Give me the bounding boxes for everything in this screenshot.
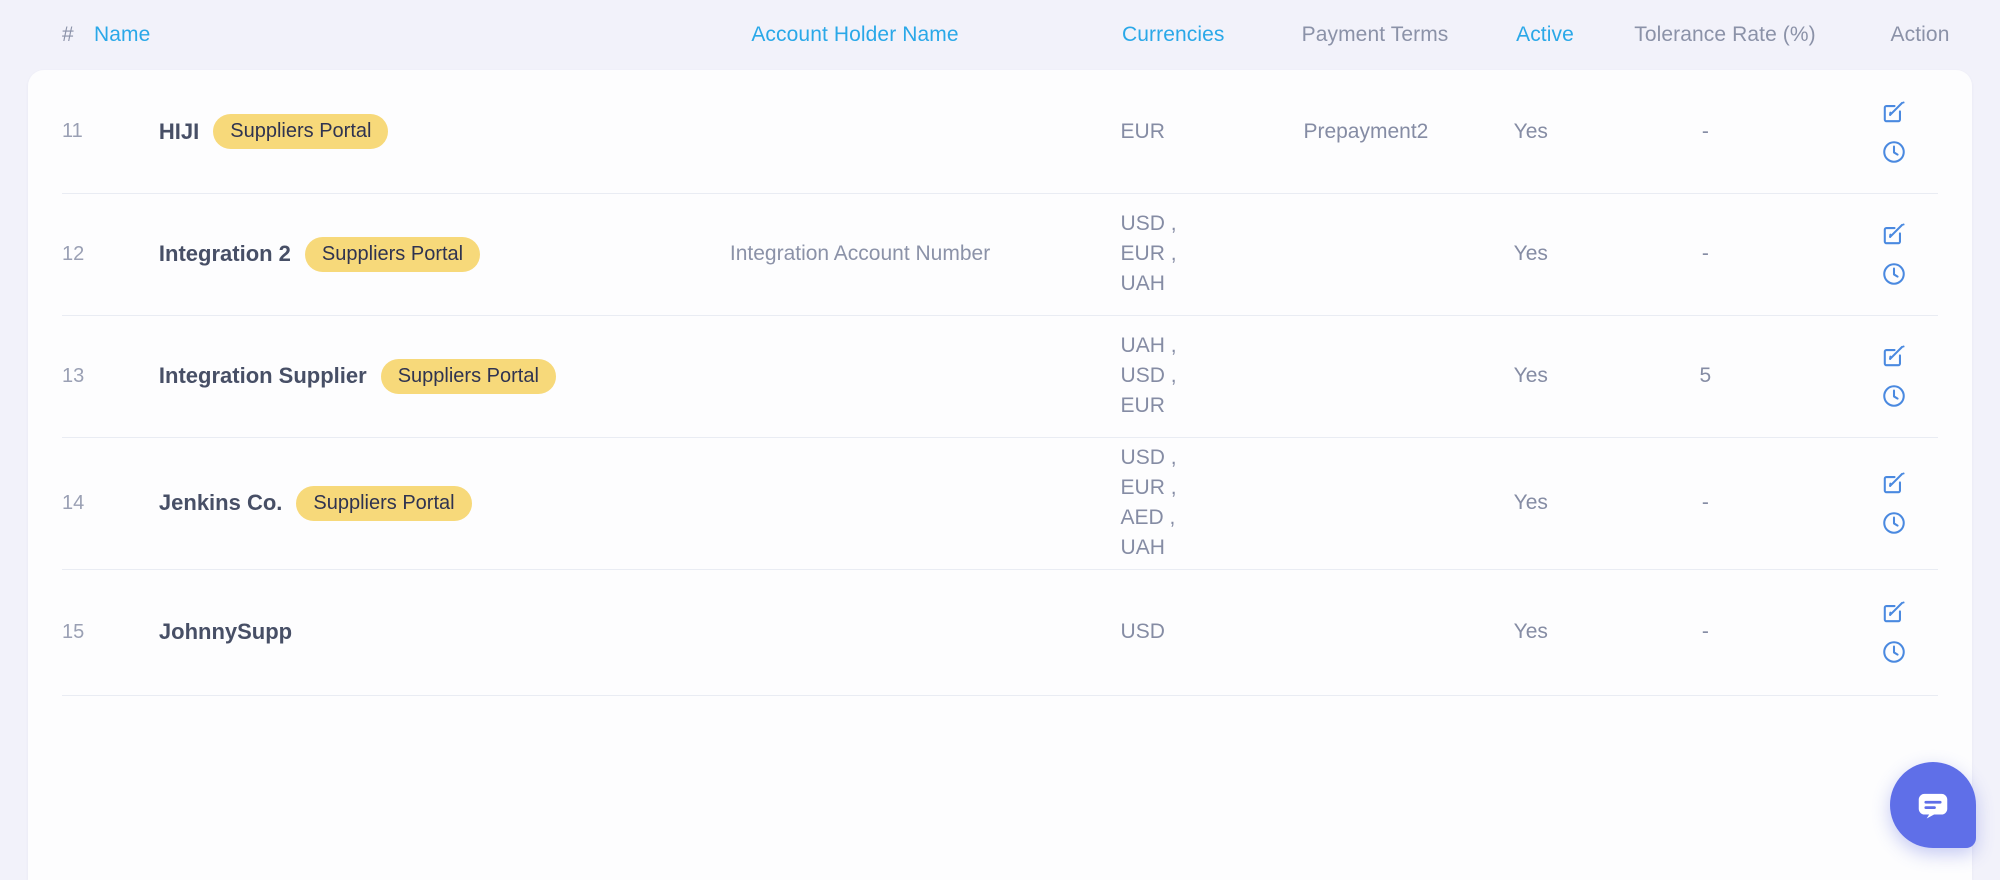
active-cell: Yes bbox=[1513, 242, 1548, 265]
tolerance-rate-cell: - bbox=[1701, 119, 1709, 143]
column-header-number: # bbox=[62, 23, 74, 46]
row-name-cell: Integration Supplier Suppliers Portal bbox=[97, 358, 652, 394]
table-row[interactable]: 15 JohnnySupp USD Yes - bbox=[28, 569, 1972, 695]
column-header-name[interactable]: Name bbox=[70, 23, 640, 47]
edit-icon[interactable] bbox=[1881, 99, 1907, 125]
row-name-cell: Integration 2 Suppliers Portal bbox=[97, 236, 652, 272]
action-cell bbox=[1817, 599, 1972, 665]
supplier-name: HIJI bbox=[158, 118, 200, 144]
supplier-name: Integration Supplier bbox=[158, 363, 367, 388]
edit-icon[interactable] bbox=[1881, 599, 1907, 625]
edit-icon[interactable] bbox=[1881, 470, 1907, 496]
column-header-tolerance-rate: Tolerance Rate (%) bbox=[1634, 23, 1816, 46]
history-clock-icon[interactable] bbox=[1881, 139, 1907, 165]
account-holder-name: Integration Account Number bbox=[729, 242, 991, 265]
column-header-account-holder-name[interactable]: Account Holder Name bbox=[640, 23, 1070, 47]
edit-icon[interactable] bbox=[1881, 221, 1907, 247]
currencies-cell: EUR bbox=[1120, 119, 1165, 143]
supplier-name: Jenkins Co. bbox=[158, 490, 283, 515]
row-index: 15 bbox=[62, 620, 85, 643]
column-header-active[interactable]: Active bbox=[1480, 23, 1610, 47]
row-index: 14 bbox=[62, 491, 85, 514]
action-cell bbox=[1817, 343, 1972, 409]
edit-icon[interactable] bbox=[1881, 343, 1907, 369]
table-row[interactable]: 12 Integration 2 Suppliers Portal Integr… bbox=[28, 193, 1972, 315]
currencies-cell: USD bbox=[1120, 620, 1165, 644]
row-name-cell: HIJI Suppliers Portal bbox=[97, 114, 652, 149]
payment-terms-cell: Prepayment2 bbox=[1303, 119, 1429, 143]
supplier-portal-badge: Suppliers Portal bbox=[304, 236, 481, 272]
row-name-cell: Jenkins Co. Suppliers Portal bbox=[97, 485, 652, 521]
active-cell: Yes bbox=[1513, 364, 1548, 387]
row-name-cell: JohnnySupp bbox=[97, 619, 652, 645]
currencies-cell: UAH , USD , EUR bbox=[1120, 334, 1177, 417]
suppliers-table-page: # Name Account Holder Name Currencies Pa… bbox=[0, 0, 2000, 880]
tolerance-rate-cell: 5 bbox=[1699, 364, 1712, 387]
row-index: 13 bbox=[62, 364, 85, 387]
table-row[interactable]: 11 HIJI Suppliers Portal EUR Prepayment2… bbox=[28, 70, 1972, 193]
column-header-currencies[interactable]: Currencies bbox=[1070, 23, 1270, 47]
tolerance-rate-cell: - bbox=[1701, 620, 1709, 643]
supplier-portal-badge: Suppliers Portal bbox=[296, 485, 472, 521]
history-clock-icon[interactable] bbox=[1881, 383, 1907, 409]
table-row[interactable]: 13 Integration Supplier Suppliers Portal… bbox=[28, 315, 1972, 437]
supplier-portal-badge: Suppliers Portal bbox=[213, 114, 389, 149]
supplier-portal-badge: Suppliers Portal bbox=[380, 358, 556, 394]
table-row[interactable]: 14 Jenkins Co. Suppliers Portal USD , EU… bbox=[28, 437, 1972, 569]
suppliers-table-card: 11 HIJI Suppliers Portal EUR Prepayment2… bbox=[28, 70, 1972, 880]
column-header-action: Action bbox=[1890, 23, 1950, 46]
column-header-payment-terms: Payment Terms bbox=[1301, 23, 1449, 46]
tolerance-rate-cell: - bbox=[1701, 491, 1709, 514]
row-index: 11 bbox=[62, 120, 83, 142]
currencies-cell: USD , EUR , UAH bbox=[1120, 212, 1177, 295]
currencies-cell: USD , EUR , AED , UAH bbox=[1120, 446, 1177, 559]
active-cell: Yes bbox=[1513, 620, 1548, 643]
row-index: 12 bbox=[62, 242, 85, 265]
table-row-partial bbox=[28, 695, 1972, 755]
history-clock-icon[interactable] bbox=[1881, 510, 1907, 536]
action-cell bbox=[1817, 470, 1972, 536]
action-cell bbox=[1817, 221, 1972, 287]
action-cell bbox=[1817, 99, 1972, 165]
active-cell: Yes bbox=[1513, 119, 1548, 143]
chat-bubble-icon bbox=[1914, 786, 1952, 824]
history-clock-icon[interactable] bbox=[1881, 261, 1907, 287]
tolerance-rate-cell: - bbox=[1701, 242, 1709, 265]
history-clock-icon[interactable] bbox=[1881, 639, 1907, 665]
active-cell: Yes bbox=[1513, 491, 1548, 514]
table-header-row: # Name Account Holder Name Currencies Pa… bbox=[0, 0, 2000, 70]
chat-launcher-button[interactable] bbox=[1890, 762, 1976, 848]
supplier-name: Integration 2 bbox=[158, 241, 291, 266]
supplier-name: JohnnySupp bbox=[158, 619, 293, 644]
